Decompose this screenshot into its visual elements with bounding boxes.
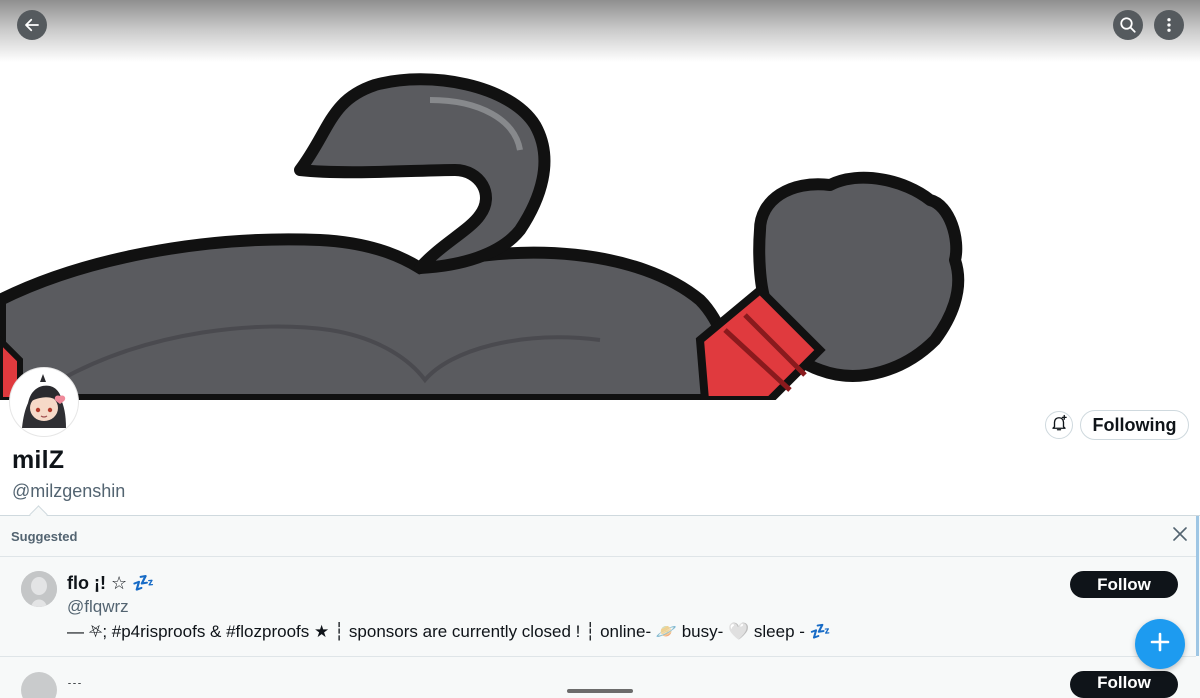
profile-avatar[interactable] [10, 368, 78, 436]
avatar-image [21, 571, 57, 607]
profile-display-name: milZ [12, 446, 65, 474]
panel-scroll-indicator [1196, 516, 1199, 656]
user-divider [0, 656, 1196, 657]
avatar-image [14, 372, 74, 432]
search-icon [1119, 16, 1137, 34]
profile-page: Following milZ @milzgenshin Suggested fl… [0, 0, 1200, 698]
back-button[interactable] [17, 10, 47, 40]
banner-top-gradient [0, 0, 1200, 62]
bell-plus-icon [1050, 414, 1068, 437]
profile-handle: @milzgenshin [12, 481, 126, 501]
close-icon [1173, 526, 1187, 546]
notifications-button[interactable] [1045, 411, 1073, 439]
suggested-panel [0, 515, 1200, 698]
suggested-user-bio: — ⛧; #p4risproofs & #flozproofs ★ ┆ spon… [67, 622, 831, 641]
suggested-user-handle[interactable]: @flqwrz [67, 597, 129, 617]
profile-banner[interactable] [0, 0, 1200, 400]
follow-button[interactable]: Follow [1070, 671, 1178, 698]
compose-button[interactable] [1135, 619, 1185, 669]
search-button[interactable] [1113, 10, 1143, 40]
suggested-title: Suggested [11, 529, 78, 544]
following-button[interactable]: Following [1080, 410, 1189, 440]
arrow-left-icon [23, 16, 41, 34]
suggested-user-name[interactable]: flo ¡! ☆ 💤 [67, 573, 155, 594]
suggested-user-name[interactable]: ... [67, 670, 82, 684]
more-button[interactable] [1154, 10, 1184, 40]
follow-button[interactable]: Follow [1070, 571, 1178, 598]
suggested-divider [0, 556, 1196, 557]
suggested-user-avatar[interactable] [21, 571, 57, 607]
more-vertical-icon [1160, 16, 1178, 34]
dismiss-suggested-button[interactable] [1170, 526, 1190, 546]
home-indicator[interactable] [567, 689, 633, 693]
plus-icon [1150, 632, 1170, 657]
